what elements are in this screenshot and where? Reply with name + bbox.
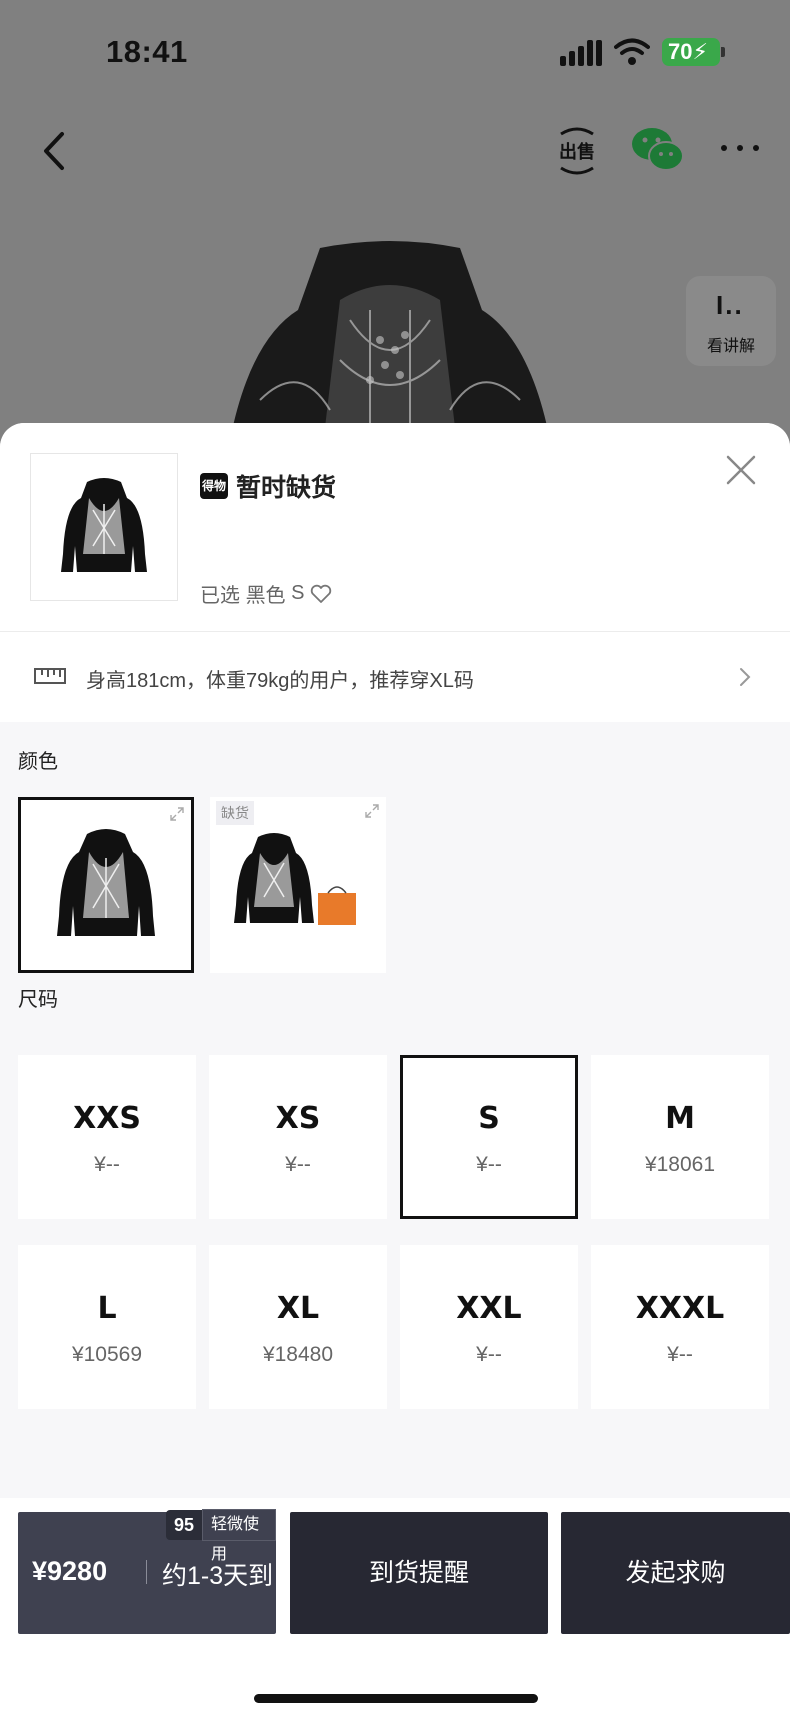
close-icon[interactable] — [724, 453, 758, 487]
condition-text: 轻微使用 — [202, 1509, 276, 1563]
condition-score: 95 — [166, 1510, 203, 1540]
selected-color: 黑色 — [245, 585, 286, 607]
selected-prefix: 已选 — [200, 585, 240, 607]
size-name: M — [665, 1101, 695, 1136]
size-price: ¥-- — [476, 1343, 502, 1366]
color-option-black[interactable] — [18, 797, 194, 973]
ruler-icon — [34, 668, 66, 684]
color-section-label: 颜色 — [18, 751, 58, 773]
size-name: S — [478, 1101, 500, 1136]
size-name: XXS — [73, 1101, 141, 1136]
favorite-heart-icon[interactable] — [310, 584, 332, 604]
out-of-stock-tag: 缺货 — [216, 801, 254, 825]
size-option-xxl[interactable]: XXL ¥-- — [400, 1245, 578, 1409]
buy-price: ¥9280 — [32, 1556, 108, 1586]
sell-button[interactable]: 出售 — [555, 126, 599, 176]
size-recommendation-text: 身高181cm，体重79kg的用户，推荐穿XL码 — [86, 670, 474, 692]
size-option-s[interactable]: S ¥-- — [400, 1055, 578, 1219]
battery-level: 70 — [668, 39, 693, 64]
size-name: XL — [276, 1291, 320, 1326]
video-explain-button[interactable]: I.. 看讲解 — [686, 276, 776, 366]
sell-label: 出售 — [559, 141, 595, 162]
stock-status-row: 得物 暂时缺货 — [200, 469, 336, 503]
product-page-backdrop: 18:41 70⚡ 出售 I.. 看讲解 — [0, 0, 790, 470]
size-option-xs[interactable]: XS ¥-- — [209, 1055, 387, 1219]
sheet-header: 得物 暂时缺货 已选 黑色 S — [0, 423, 790, 631]
size-name: XXL — [456, 1291, 522, 1326]
selected-size: S — [291, 582, 305, 604]
cellular-signal-icon — [560, 40, 602, 66]
size-price: ¥-- — [285, 1153, 311, 1176]
bottom-action-bar: 95 轻微使用 ¥9280 约1-3天到 到货提醒 发起求购 — [0, 1498, 790, 1712]
home-indicator — [254, 1694, 538, 1703]
size-price: ¥-- — [476, 1153, 502, 1176]
expand-icon[interactable] — [364, 803, 380, 819]
chevron-right-icon — [740, 668, 751, 686]
size-name: L — [97, 1291, 117, 1326]
color-option-with-bag[interactable]: 缺货 — [210, 797, 386, 973]
stock-status: 暂时缺货 — [236, 474, 337, 502]
hoodie-thumbnail-image — [61, 478, 147, 572]
explain-icon: I.. — [716, 290, 744, 320]
battery-indicator: 70⚡ — [662, 38, 725, 66]
restock-reminder-button[interactable]: 到货提醒 — [290, 1512, 548, 1634]
back-arrow-icon[interactable] — [36, 128, 76, 174]
status-bar: 18:41 70⚡ — [0, 0, 790, 100]
status-time: 18:41 — [106, 34, 188, 69]
size-name: XXXL — [635, 1291, 725, 1326]
size-price: ¥10569 — [71, 1343, 143, 1366]
buy-used-button[interactable]: 95 轻微使用 ¥9280 约1-3天到 — [18, 1509, 276, 1634]
size-recommendation-row[interactable]: 身高181cm，体重79kg的用户，推荐穿XL码 — [0, 632, 790, 722]
explain-label: 看讲解 — [706, 338, 755, 355]
size-option-xl[interactable]: XL ¥18480 — [209, 1245, 387, 1409]
size-option-m[interactable]: M ¥18061 — [591, 1055, 769, 1219]
size-section-label: 尺码 — [18, 989, 58, 1011]
size-option-xxxl[interactable]: XXXL ¥-- — [591, 1245, 769, 1409]
condition-badge: 95 轻微使用 — [166, 1509, 276, 1563]
delivery-eta: 约1-3天到 — [162, 1562, 274, 1590]
sell-icon: 出售 — [559, 127, 595, 175]
size-price: ¥18061 — [644, 1153, 716, 1176]
size-price: ¥18480 — [262, 1343, 334, 1366]
selected-product-thumbnail — [30, 453, 178, 601]
size-option-l[interactable]: L ¥10569 — [18, 1245, 196, 1409]
size-price: ¥-- — [94, 1153, 120, 1176]
wifi-icon — [614, 38, 650, 65]
size-option-xxs[interactable]: XXS ¥-- — [18, 1055, 196, 1219]
size-price: ¥-- — [667, 1343, 693, 1366]
expand-icon[interactable] — [169, 806, 185, 822]
more-options-icon[interactable] — [718, 138, 762, 158]
size-name: XS — [275, 1101, 321, 1136]
wechat-share-icon[interactable] — [630, 124, 686, 174]
purchase-request-button[interactable]: 发起求购 — [561, 1512, 790, 1634]
top-nav: 出售 — [0, 110, 790, 190]
brand-logo: 得物 — [200, 473, 228, 499]
hoodie-black-image — [57, 829, 155, 936]
buy-separator — [146, 1560, 147, 1584]
selected-summary: 已选 黑色 S — [200, 579, 332, 608]
